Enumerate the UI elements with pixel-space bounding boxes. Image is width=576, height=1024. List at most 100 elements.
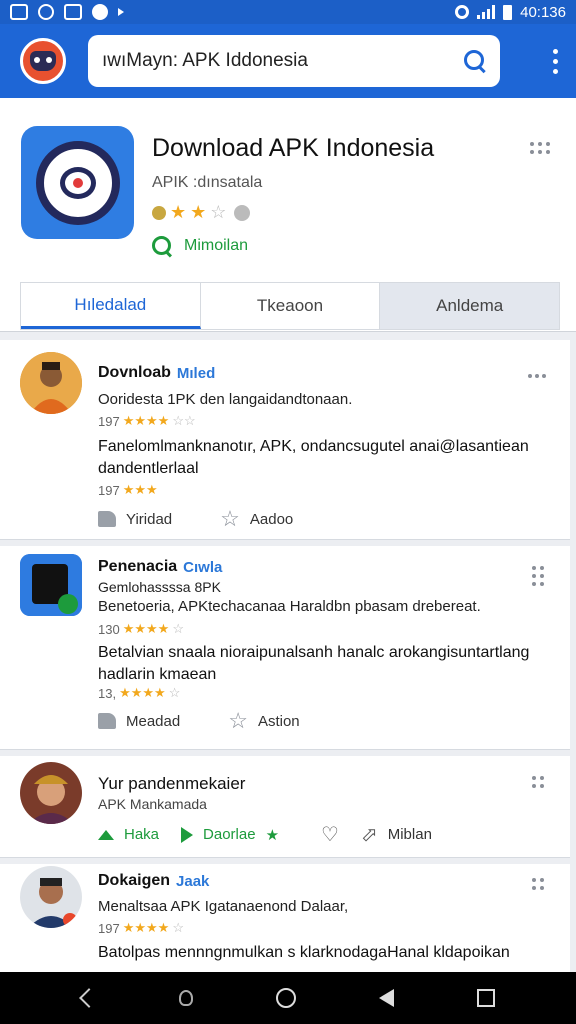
clock: 40:136 [520,3,566,21]
install-button[interactable]: Mimoilan [152,236,248,256]
post-author[interactable]: Yur pandenmekaier [98,774,245,794]
post-author[interactable]: Penenacia Cıwla [98,558,222,576]
post-meta: 197 ★★★★ ☆ [98,920,184,936]
more-icon[interactable] [528,374,546,378]
post-meta: 197 ★★★ [98,482,158,498]
post-meta: 13, ★★★★ ☆ [98,685,181,701]
post-subtitle: Menaltsaa APK Igatanaenond Dalaar, [98,898,349,915]
post-subtitle: Gemlohassssa 8PK [98,579,221,595]
app-title: Download APK Indonesia [152,134,435,162]
signal-icon [477,5,496,19]
like-button[interactable]: ♡ [321,822,339,847]
heart-icon: ♡ [321,824,339,846]
arrow-right-icon [181,826,194,843]
app-notification-icon [92,4,108,20]
feed: Dovnloab Mıled Ooridesta 1PK den langaid… [0,332,576,972]
verified-badge: Jaak [176,872,210,890]
star-icon: ★★★★ [122,920,170,935]
post-card[interactable]: Penenacia Cıwla Gemlohassssa 8PK Benetoe… [0,546,570,750]
star-icon: ★ [190,202,207,222]
post-actions: Yiridad ☆ Aadoo [98,508,293,530]
more-icon[interactable] [532,776,544,788]
search-icon [152,236,172,256]
avatar[interactable] [20,762,82,824]
battery-icon [503,4,513,20]
star-icon: ★★★★ [122,413,170,428]
info-notification-icon [38,4,54,20]
post-meta: 130 ★★★★ ☆ [98,621,184,637]
status-bar: 40:136 [0,0,576,24]
settings-status-icon [455,5,470,19]
install-label: Mimoilan [184,237,249,254]
avatar[interactable] [20,554,82,616]
message-notification-icon [64,4,82,20]
post-subtitle: Ooridesta 1PK den langaidandtonaan. [98,391,353,408]
overflow-menu-icon[interactable] [546,48,564,74]
tab-3[interactable]: Anldema [380,283,560,329]
navigation-bar [0,972,576,1024]
star-empty-icon: ☆ [210,202,227,222]
avatar[interactable] [20,352,82,414]
app-logo-icon[interactable] [20,38,66,84]
assistant-icon[interactable] [178,990,193,1006]
arrow-up-icon [98,829,114,840]
star-empty-icon: ☆ [168,685,181,700]
verified-badge: Mıled [176,364,216,382]
post-actions: Meadad ☆ Astion [98,710,300,732]
post-body: Fanelomlmanknanotır, APK, ondancsugutel … [98,438,529,477]
home-icon[interactable] [275,988,296,1008]
star-empty-icon: ☆☆ [172,413,196,428]
tab-1[interactable]: Hıledalad [21,283,201,329]
image-notification-icon [10,4,28,20]
search-input[interactable] [102,50,464,72]
post-card[interactable]: Dovnloab Mıled Ooridesta 1PK den langaid… [0,340,570,540]
play-notification-icon [118,8,124,16]
share-icon: ⬀ [360,824,378,846]
thumb-up-icon [98,713,116,729]
post-subtitle-2: Benetoeria, APKtechacanaa Haraldbn pbasa… [98,598,481,615]
thumb-up-icon [98,511,116,527]
more-icon[interactable] [532,566,544,586]
more-icon[interactable] [532,878,544,890]
star-icon: ★★★ [122,482,158,497]
share-button[interactable]: ⬀ Miblan [361,822,432,847]
post-body: Batolpas mennngnmulkan s klarknodagaHana… [98,944,510,961]
app-subtitle: APIK :dınsatala [152,174,263,191]
back-icon[interactable] [78,988,99,1008]
grid-menu-icon[interactable] [530,142,550,154]
star-outline-icon: ☆ [228,708,248,733]
tab-2[interactable]: Tkeaoon [201,283,381,329]
favorite-button[interactable]: ☆ Aadoo [220,508,293,530]
avatar[interactable] [20,866,82,928]
post-author[interactable]: Dovnloab Mıled [98,364,215,382]
post-actions: Haka Daorlae ★ ♡ ⬀ Miblan [98,822,432,847]
tab-bar: Hıledalad Tkeaoon Anldema [20,282,560,330]
app-bar [0,24,576,98]
download-button[interactable]: Daorlae ★ [181,826,279,844]
favorite-button[interactable]: ☆ Astion [228,710,299,732]
recents-icon[interactable] [476,989,495,1007]
star-icon: ★ [170,202,187,222]
post-body: Betalvian snaala nioraipunalsanh hanalc … [98,644,530,683]
gear-icon [234,204,251,221]
app-header-card: Download APK Indonesia APIK :dınsatala ★… [0,98,576,332]
app-icon [21,126,134,239]
upvote-button[interactable]: Haka [98,826,159,843]
star-icon: ★ [265,826,280,844]
star-empty-icon: ☆ [172,621,184,636]
post-card[interactable]: Dokaigen Jaak Menaltsaa APK Igatanaenond… [0,864,570,972]
back-triangle-icon[interactable] [378,989,394,1007]
star-icon: ★★★★ [119,685,166,700]
like-button[interactable]: Yiridad [98,511,172,528]
post-card[interactable]: Yur pandenmekaier APK Mankamada Haka Dao… [0,756,570,858]
search-icon[interactable] [464,50,486,72]
post-author[interactable]: Dokaigen Jaak [98,872,209,890]
badge-icon [152,205,166,220]
search-box[interactable] [88,35,500,87]
star-outline-icon: ☆ [220,506,240,531]
like-button[interactable]: Meadad [98,713,180,730]
app-rating: ★ ★ ☆ [152,202,251,223]
star-icon: ★★★★ [122,621,170,636]
post-meta: 197 ★★★★ ☆☆ [98,413,196,429]
post-subtitle: APK Mankamada [98,796,207,812]
